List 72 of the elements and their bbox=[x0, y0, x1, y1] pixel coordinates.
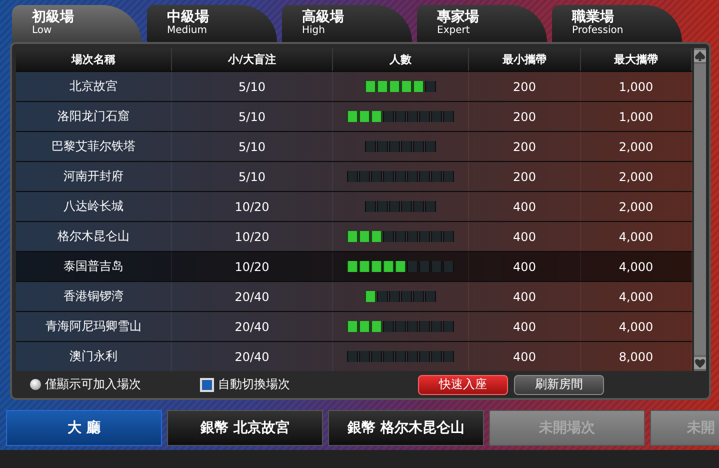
option-label: 僅顯示可加入場次 bbox=[45, 376, 141, 393]
table-cell: 北京故宮 bbox=[70, 78, 118, 95]
table-cell: 200 bbox=[513, 140, 536, 154]
radio-button[interactable] bbox=[30, 379, 41, 390]
table-cell: 青海阿尼玛卿雪山 bbox=[46, 318, 142, 335]
column-header[interactable]: 最小攜帶 bbox=[469, 48, 581, 71]
table-row[interactable]: 巴黎艾菲尔铁塔 5/10 200 2,000 bbox=[16, 131, 692, 161]
column-header[interactable]: 小/大盲注 bbox=[172, 48, 333, 71]
table-row[interactable]: 青海阿尼玛卿雪山 20/40 400 4,000 bbox=[16, 311, 692, 341]
level-tab[interactable]: 專家場 Expert bbox=[417, 5, 547, 42]
table-cell: 400 bbox=[513, 230, 536, 244]
table-cell: 4,000 bbox=[618, 260, 654, 274]
table-cell: 4,000 bbox=[618, 320, 654, 334]
table-row[interactable]: 北京故宮 5/10 200 1,000 bbox=[16, 71, 692, 101]
room-tab[interactable]: 大 廳 bbox=[6, 410, 162, 446]
table-cell: 5/10 bbox=[238, 170, 266, 184]
table-cell: 200 bbox=[513, 170, 536, 184]
room-tab[interactable]: 銀幣 北京故宮 bbox=[167, 410, 323, 446]
table-row[interactable]: 洛阳龙门石窟 5/10 200 1,000 bbox=[16, 101, 692, 131]
table-cell: 4,000 bbox=[618, 290, 654, 304]
table-cell: 洛阳龙门石窟 bbox=[58, 108, 130, 125]
table-row[interactable]: 格尔木昆仑山 10/20 400 4,000 bbox=[16, 221, 692, 251]
table-cell: 400 bbox=[513, 350, 536, 364]
table-cell: 400 bbox=[513, 260, 536, 274]
table-cell: 5/10 bbox=[238, 140, 266, 154]
table-cell: 400 bbox=[513, 200, 536, 214]
table-cell: 10/20 bbox=[234, 200, 270, 214]
table-cell: 20/40 bbox=[234, 350, 270, 364]
refresh-button[interactable]: 刷新房間 bbox=[514, 374, 604, 394]
level-tab[interactable]: 高級場 High bbox=[282, 5, 412, 42]
table-cell: 香港铜锣湾 bbox=[64, 288, 124, 305]
table-cell: 5/10 bbox=[238, 110, 266, 124]
level-tab[interactable]: 職業場 Profession bbox=[552, 5, 682, 42]
table-row[interactable]: 香港铜锣湾 20/40 400 4,000 bbox=[16, 281, 692, 311]
column-header[interactable]: 最大攜帶 bbox=[581, 48, 692, 71]
table-cell: 4,000 bbox=[618, 230, 654, 244]
heart-icon[interactable] bbox=[694, 357, 706, 369]
table-row[interactable]: 泰国普吉岛 10/20 400 4,000 bbox=[16, 251, 692, 281]
table-cell: 8,000 bbox=[618, 350, 654, 364]
table-cell: 2,000 bbox=[618, 200, 654, 214]
table-cell: 20/40 bbox=[234, 290, 270, 304]
table-cell: 20/40 bbox=[234, 320, 270, 334]
scrollbar[interactable] bbox=[694, 48, 706, 371]
level-tab[interactable]: 初級場 Low bbox=[12, 5, 142, 45]
table-cell: 巴黎艾菲尔铁塔 bbox=[52, 138, 136, 155]
option-label: 自動切換場次 bbox=[218, 376, 290, 393]
table-cell: 格尔木昆仑山 bbox=[58, 228, 130, 245]
table-cell: 八达岭长城 bbox=[64, 198, 124, 215]
checkbox[interactable] bbox=[200, 378, 214, 392]
quick-seat-button[interactable]: 快速入座 bbox=[418, 374, 508, 394]
table-cell: 200 bbox=[513, 80, 536, 94]
table-cell: 泰国普吉岛 bbox=[64, 258, 124, 275]
room-tab[interactable]: 銀幣 格尔木昆仑山 bbox=[328, 410, 484, 446]
table-row[interactable]: 澳门永利 20/40 400 8,000 bbox=[16, 341, 692, 371]
level-tab[interactable]: 中級場 Medium bbox=[147, 5, 277, 42]
table-row[interactable]: 河南开封府 5/10 200 2,000 bbox=[16, 161, 692, 191]
column-header[interactable]: 場次名稱 bbox=[16, 48, 172, 71]
table-cell: 5/10 bbox=[238, 80, 266, 94]
table-cell: 澳门永利 bbox=[70, 348, 118, 365]
table-cell: 2,000 bbox=[618, 170, 654, 184]
column-header[interactable]: 人數 bbox=[333, 48, 469, 71]
table-cell: 10/20 bbox=[234, 260, 270, 274]
table-cell: 河南开封府 bbox=[64, 168, 124, 185]
table-cell: 1,000 bbox=[618, 80, 654, 94]
table-row[interactable]: 八达岭长城 10/20 400 2,000 bbox=[16, 191, 692, 221]
table-cell: 10/20 bbox=[234, 230, 270, 244]
table-cell: 400 bbox=[513, 320, 536, 334]
table-cell: 2,000 bbox=[618, 140, 654, 154]
table-cell: 200 bbox=[513, 110, 536, 124]
table-cell: 400 bbox=[513, 290, 536, 304]
table-cell: 1,000 bbox=[618, 110, 654, 124]
spade-icon[interactable] bbox=[694, 50, 706, 62]
